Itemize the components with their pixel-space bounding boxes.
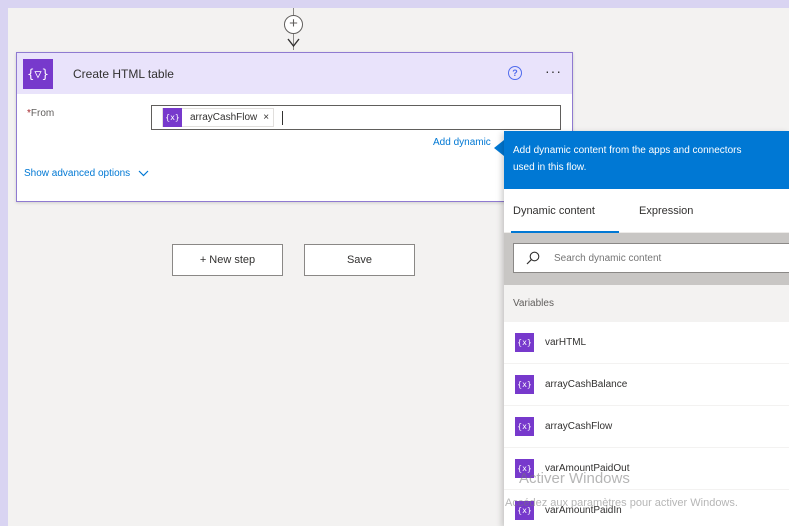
from-label-text: From (30, 108, 55, 119)
variable-label: arrayCashBalance (545, 379, 628, 390)
from-input[interactable]: {x} arrayCashFlow × (151, 105, 561, 130)
dynamic-token[interactable]: {x} arrayCashFlow × (162, 108, 275, 127)
remove-token-icon[interactable]: × (263, 112, 269, 123)
activation-watermark-text: Accédez aux paramètres pour activer Wind… (505, 497, 738, 509)
panel-header-line2: used in this flow. (513, 162, 587, 173)
variable-icon: {x} (515, 375, 534, 394)
dynamic-content-panel: Add dynamic content from the apps and co… (504, 131, 789, 526)
variable-icon: {x} (515, 333, 534, 352)
variable-item[interactable]: {x} arrayCashBalance (504, 364, 789, 406)
active-tab-indicator (511, 231, 619, 233)
search-area (504, 233, 789, 285)
panel-tabs: Dynamic content Expression (504, 189, 789, 233)
help-icon[interactable]: ? (508, 66, 522, 80)
variable-label: varHTML (545, 337, 587, 348)
chevron-down-icon (138, 170, 149, 177)
insert-step-button[interactable]: + (284, 15, 303, 34)
tab-expression[interactable]: Expression (639, 205, 693, 217)
search-box[interactable] (513, 243, 789, 273)
new-step-button[interactable]: + New step (172, 244, 283, 276)
create-html-table-card: {▽} Create HTML table ? ··· *From {x} ar… (16, 52, 573, 202)
card-header[interactable]: {▽} Create HTML table ? ··· (17, 53, 572, 94)
search-icon (526, 251, 540, 265)
variable-item[interactable]: {x} varHTML (504, 322, 789, 364)
panel-header: Add dynamic content from the apps and co… (504, 131, 789, 189)
section-header-variables: Variables (504, 285, 789, 322)
save-button[interactable]: Save (304, 244, 415, 276)
from-label: *From (27, 108, 54, 119)
variable-icon: {▽} (23, 58, 53, 89)
tab-dynamic-content[interactable]: Dynamic content (513, 205, 595, 217)
search-input[interactable] (554, 252, 774, 264)
panel-pointer (494, 140, 504, 156)
variable-label: arrayCashFlow (545, 421, 613, 432)
arrow-down-icon (287, 38, 300, 48)
card-title: Create HTML table (73, 66, 174, 81)
variable-item[interactable]: {x} arrayCashFlow (504, 406, 789, 448)
show-advanced-label: Show advanced options (24, 168, 131, 179)
variable-icon: {x} (163, 108, 182, 127)
variable-icon: {x} (515, 417, 534, 436)
show-advanced-options[interactable]: Show advanced options (24, 168, 149, 179)
add-dynamic-content-link[interactable]: Add dynamic (433, 137, 491, 148)
token-label: arrayCashFlow (190, 112, 258, 123)
more-options-icon[interactable]: ··· (545, 63, 562, 79)
panel-header-line1: Add dynamic content from the apps and co… (513, 145, 742, 156)
activation-watermark-title: Activer Windows (519, 470, 630, 487)
text-caret (282, 110, 284, 125)
